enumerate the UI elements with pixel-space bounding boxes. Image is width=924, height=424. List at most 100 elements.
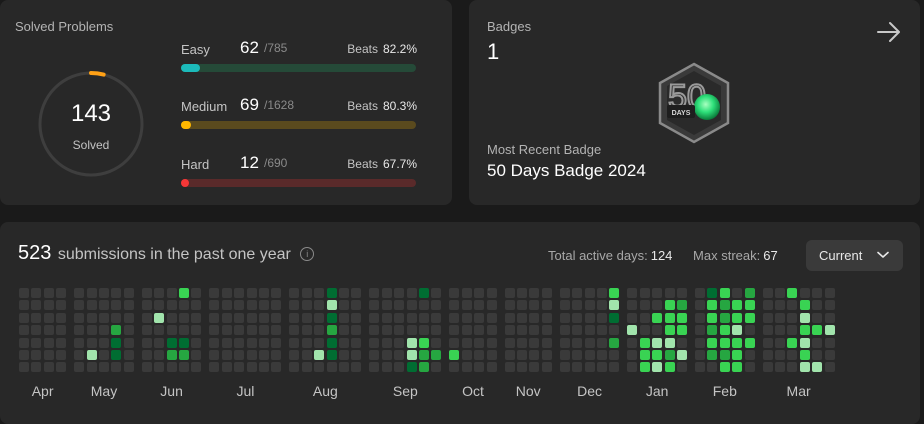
heatmap-cell[interactable] [461, 325, 472, 336]
heatmap-cell[interactable] [381, 337, 392, 348]
heatmap-cell[interactable] [572, 288, 583, 298]
heatmap-cell[interactable] [111, 288, 122, 298]
heatmap-cell[interactable] [677, 337, 687, 348]
heatmap-cell[interactable] [19, 312, 29, 323]
heatmap-cell[interactable] [559, 325, 570, 336]
heatmap-cell[interactable] [99, 337, 109, 348]
heatmap-cell[interactable] [191, 312, 202, 323]
heatmap-cell[interactable] [461, 337, 472, 348]
heatmap-cell[interactable] [419, 312, 429, 323]
heatmap-cell[interactable] [517, 325, 527, 336]
heatmap-cell[interactable] [259, 300, 269, 311]
heatmap-cell[interactable] [74, 300, 85, 311]
heatmap-cell[interactable] [584, 300, 595, 311]
heatmap-cell[interactable] [541, 337, 552, 348]
heatmap-cell[interactable] [339, 312, 349, 323]
heatmap-cell[interactable] [639, 288, 650, 298]
heatmap-cell[interactable] [301, 350, 312, 360]
heatmap-cell[interactable] [584, 362, 595, 373]
heatmap-cell[interactable] [381, 312, 392, 323]
heatmap-cell[interactable] [486, 350, 497, 360]
heatmap-cell[interactable] [419, 350, 429, 360]
heatmap-cell[interactable] [246, 300, 257, 311]
heatmap-cell[interactable] [179, 288, 189, 298]
heatmap-cell[interactable] [289, 300, 300, 311]
heatmap-cell[interactable] [449, 337, 460, 348]
heatmap-cell[interactable] [707, 312, 718, 323]
heatmap-cell[interactable] [123, 337, 134, 348]
heatmap-cell[interactable] [719, 288, 730, 298]
heatmap-cell[interactable] [732, 350, 743, 360]
heatmap-cell[interactable] [406, 325, 417, 336]
heatmap-cell[interactable] [394, 325, 405, 336]
heatmap-cell[interactable] [597, 337, 607, 348]
heatmap-cell[interactable] [419, 362, 429, 373]
heatmap-cell[interactable] [56, 337, 67, 348]
heatmap-cell[interactable] [762, 288, 773, 298]
heatmap-cell[interactable] [234, 312, 245, 323]
heatmap-cell[interactable] [652, 300, 663, 311]
heatmap-cell[interactable] [141, 325, 152, 336]
heatmap-cell[interactable] [381, 350, 392, 360]
heatmap-cell[interactable] [664, 362, 675, 373]
heatmap-cell[interactable] [74, 325, 85, 336]
heatmap-cell[interactable] [86, 362, 97, 373]
heatmap-cell[interactable] [234, 337, 245, 348]
heatmap-cell[interactable] [787, 312, 798, 323]
heatmap-cell[interactable] [732, 312, 743, 323]
heatmap-cell[interactable] [56, 350, 67, 360]
heatmap-cell[interactable] [474, 288, 485, 298]
heatmap-cell[interactable] [431, 337, 442, 348]
heatmap-cell[interactable] [627, 362, 638, 373]
heatmap-cell[interactable] [572, 350, 583, 360]
heatmap-cell[interactable] [707, 350, 718, 360]
heatmap-cell[interactable] [394, 288, 405, 298]
heatmap-cell[interactable] [474, 337, 485, 348]
heatmap-cell[interactable] [695, 362, 705, 373]
heatmap-cell[interactable] [74, 350, 85, 360]
heatmap-cell[interactable] [339, 350, 349, 360]
heatmap-cell[interactable] [529, 325, 540, 336]
heatmap-cell[interactable] [744, 312, 755, 323]
heatmap-cell[interactable] [762, 300, 773, 311]
heatmap-cell[interactable] [787, 337, 798, 348]
heatmap-cell[interactable] [639, 325, 650, 336]
heatmap-cell[interactable] [787, 325, 798, 336]
heatmap-cell[interactable] [74, 312, 85, 323]
heatmap-cell[interactable] [695, 288, 705, 298]
heatmap-cell[interactable] [732, 362, 743, 373]
heatmap-cell[interactable] [381, 325, 392, 336]
heatmap-cell[interactable] [812, 325, 823, 336]
heatmap-cell[interactable] [504, 288, 515, 298]
heatmap-cell[interactable] [326, 362, 337, 373]
heatmap-cell[interactable] [141, 337, 152, 348]
heatmap-cell[interactable] [719, 350, 730, 360]
heatmap-cell[interactable] [209, 337, 220, 348]
heatmap-cell[interactable] [123, 288, 134, 298]
heatmap-cell[interactable] [326, 350, 337, 360]
heatmap-cell[interactable] [504, 300, 515, 311]
heatmap-cell[interactable] [111, 312, 122, 323]
heatmap-cell[interactable] [406, 288, 417, 298]
heatmap-cell[interactable] [191, 300, 202, 311]
heatmap-cell[interactable] [111, 325, 122, 336]
heatmap-cell[interactable] [271, 312, 282, 323]
heatmap-cell[interactable] [504, 325, 515, 336]
heatmap-cell[interactable] [486, 325, 497, 336]
heatmap-cell[interactable] [271, 337, 282, 348]
heatmap-cell[interactable] [43, 325, 54, 336]
heatmap-cell[interactable] [639, 362, 650, 373]
heatmap-cell[interactable] [86, 337, 97, 348]
heatmap-cell[interactable] [609, 312, 620, 323]
heatmap-cell[interactable] [394, 350, 405, 360]
heatmap-cell[interactable] [664, 350, 675, 360]
heatmap-cell[interactable] [301, 288, 312, 298]
heatmap-cell[interactable] [584, 350, 595, 360]
heatmap-cell[interactable] [609, 325, 620, 336]
heatmap-cell[interactable] [209, 312, 220, 323]
heatmap-cell[interactable] [99, 350, 109, 360]
heatmap-cell[interactable] [719, 362, 730, 373]
heatmap-cell[interactable] [289, 325, 300, 336]
heatmap-cell[interactable] [166, 312, 177, 323]
heatmap-cell[interactable] [559, 312, 570, 323]
